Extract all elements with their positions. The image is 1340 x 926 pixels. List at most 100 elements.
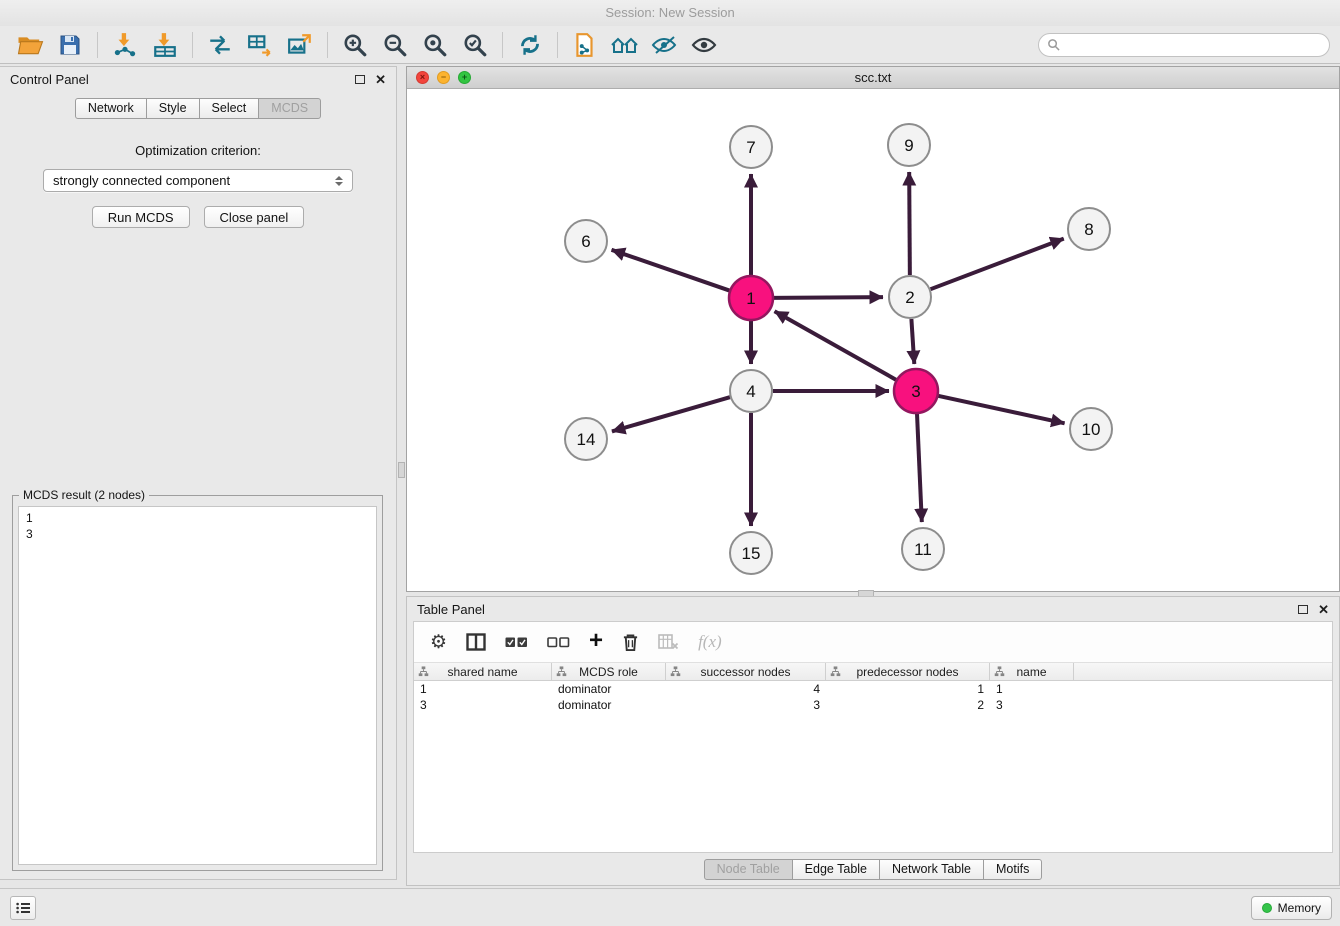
- columns-icon: [466, 633, 486, 651]
- open-recent-session-button[interactable]: [565, 28, 605, 62]
- graph-node-9[interactable]: 9: [888, 124, 930, 166]
- save-session-button[interactable]: [50, 28, 90, 62]
- close-window-icon[interactable]: ×: [416, 71, 429, 84]
- close-table-panel-icon[interactable]: ✕: [1318, 603, 1329, 616]
- tab-select[interactable]: Select: [199, 98, 260, 119]
- import-table-button[interactable]: [145, 28, 185, 62]
- main-toolbar: [0, 26, 1340, 64]
- graph-node-15[interactable]: 15: [730, 532, 772, 574]
- graph-node-8[interactable]: 8: [1068, 208, 1110, 250]
- search-input[interactable]: [1065, 38, 1321, 52]
- minimize-window-icon[interactable]: −: [437, 71, 450, 84]
- zoom-window-icon[interactable]: +: [458, 71, 471, 84]
- column-header-MCDS-role[interactable]: MCDS role: [552, 663, 666, 680]
- network-window-titlebar[interactable]: × − + scc.txt: [407, 67, 1339, 89]
- import-network-button[interactable]: [105, 28, 145, 62]
- graph-edge-2-8[interactable]: [931, 239, 1064, 290]
- column-header-successor-nodes[interactable]: successor nodes: [666, 663, 826, 680]
- run-mcds-button[interactable]: Run MCDS: [92, 206, 190, 228]
- gear-icon: ⚙: [430, 633, 447, 652]
- graph-edge-4-14[interactable]: [612, 397, 730, 431]
- mcds-result-list[interactable]: 13: [18, 506, 377, 865]
- graph-edge-1-2[interactable]: [773, 297, 883, 298]
- trash-icon: [622, 632, 639, 652]
- eye-pencil-icon: [651, 33, 679, 57]
- node-label: 10: [1082, 420, 1101, 439]
- zoom-fit-button[interactable]: [415, 28, 455, 62]
- graph-node-10[interactable]: 10: [1070, 408, 1112, 450]
- table-tab-node-table[interactable]: Node Table: [704, 859, 793, 880]
- graph-edge-3-1[interactable]: [775, 311, 897, 380]
- list-icon: [16, 902, 31, 914]
- graph-node-2[interactable]: 2: [889, 276, 931, 318]
- graph-node-11[interactable]: 11: [902, 528, 944, 570]
- zoom-out-button[interactable]: [375, 28, 415, 62]
- export-image-button[interactable]: [280, 28, 320, 62]
- network-window-title: scc.txt: [855, 70, 892, 85]
- zoom-out-icon: [382, 32, 408, 58]
- hide-graphics-details-button[interactable]: [685, 28, 725, 62]
- table-tab-motifs[interactable]: Motifs: [983, 859, 1042, 880]
- zoom-in-icon: [342, 32, 368, 58]
- graph-edge-3-11[interactable]: [917, 413, 922, 522]
- open-session-button[interactable]: [10, 28, 50, 62]
- task-history-button[interactable]: [10, 896, 36, 920]
- table-cell: dominator: [552, 698, 666, 712]
- zoom-fit-icon: [422, 32, 448, 58]
- save-icon: [58, 33, 82, 57]
- table-tab-network-table[interactable]: Network Table: [879, 859, 984, 880]
- zoom-selected-button[interactable]: [455, 28, 495, 62]
- add-row-button[interactable]: +: [589, 632, 603, 653]
- refresh-button[interactable]: [510, 28, 550, 62]
- column-header-predecessor-nodes[interactable]: predecessor nodes: [826, 663, 990, 680]
- function-builder-button[interactable]: f(x): [698, 632, 722, 652]
- optimization-criterion-dropdown[interactable]: strongly connected component: [43, 169, 353, 192]
- mcds-result-line: 1: [26, 510, 369, 526]
- table-tab-edge-table[interactable]: Edge Table: [792, 859, 880, 880]
- column-type-icon: [418, 666, 429, 680]
- tab-network[interactable]: Network: [75, 98, 147, 119]
- graph-node-4[interactable]: 4: [730, 370, 772, 412]
- table-cell: dominator: [552, 682, 666, 696]
- delete-table-button[interactable]: [658, 634, 679, 650]
- column-type-icon: [556, 666, 567, 680]
- show-graphics-details-button[interactable]: [645, 28, 685, 62]
- search-field[interactable]: [1038, 33, 1330, 57]
- graph-edge-2-9[interactable]: [909, 172, 910, 275]
- zoom-in-button[interactable]: [335, 28, 375, 62]
- home-pair-button[interactable]: [605, 28, 645, 62]
- column-header-name[interactable]: name: [990, 663, 1074, 680]
- table-row[interactable]: 1dominator411: [414, 681, 1332, 697]
- delete-row-button[interactable]: [622, 632, 639, 652]
- close-panel-button[interactable]: Close panel: [204, 206, 305, 228]
- open-folder-icon: [17, 33, 44, 57]
- graph-node-1[interactable]: 1: [729, 276, 773, 320]
- graph-node-14[interactable]: 14: [565, 418, 607, 460]
- vertical-splitter-handle[interactable]: [398, 462, 405, 478]
- graph-node-3[interactable]: 3: [894, 369, 938, 413]
- table-row[interactable]: 3dominator323: [414, 697, 1332, 713]
- table-settings-button[interactable]: ⚙: [430, 633, 447, 652]
- tab-style[interactable]: Style: [146, 98, 200, 119]
- graph-edge-2-3[interactable]: [911, 319, 914, 364]
- graph-edge-1-6[interactable]: [612, 250, 731, 291]
- network-from-file-button[interactable]: [200, 28, 240, 62]
- memory-button[interactable]: Memory: [1251, 896, 1332, 920]
- graph-edge-3-10[interactable]: [937, 396, 1064, 424]
- graph-node-6[interactable]: 6: [565, 220, 607, 262]
- column-header-shared-name[interactable]: shared name: [414, 663, 552, 680]
- deselect-all-button[interactable]: [547, 636, 570, 649]
- float-panel-icon[interactable]: [355, 75, 365, 84]
- graph-node-7[interactable]: 7: [730, 126, 772, 168]
- column-type-icon: [830, 666, 841, 680]
- close-panel-icon[interactable]: ✕: [375, 73, 386, 86]
- network-and-table-button[interactable]: [240, 28, 280, 62]
- optimization-criterion-label: Optimization criterion:: [0, 143, 396, 158]
- column-layout-button[interactable]: [466, 633, 486, 651]
- float-table-panel-icon[interactable]: [1298, 605, 1308, 614]
- network-canvas[interactable]: 7 9 6 8 1 2 4 3 14 10 15 11: [407, 89, 1339, 591]
- fx-icon: f(x): [698, 632, 722, 652]
- select-all-button[interactable]: [505, 636, 528, 649]
- table-toolbar: ⚙ + f(x): [414, 622, 1332, 662]
- tab-mcds[interactable]: MCDS: [258, 98, 321, 119]
